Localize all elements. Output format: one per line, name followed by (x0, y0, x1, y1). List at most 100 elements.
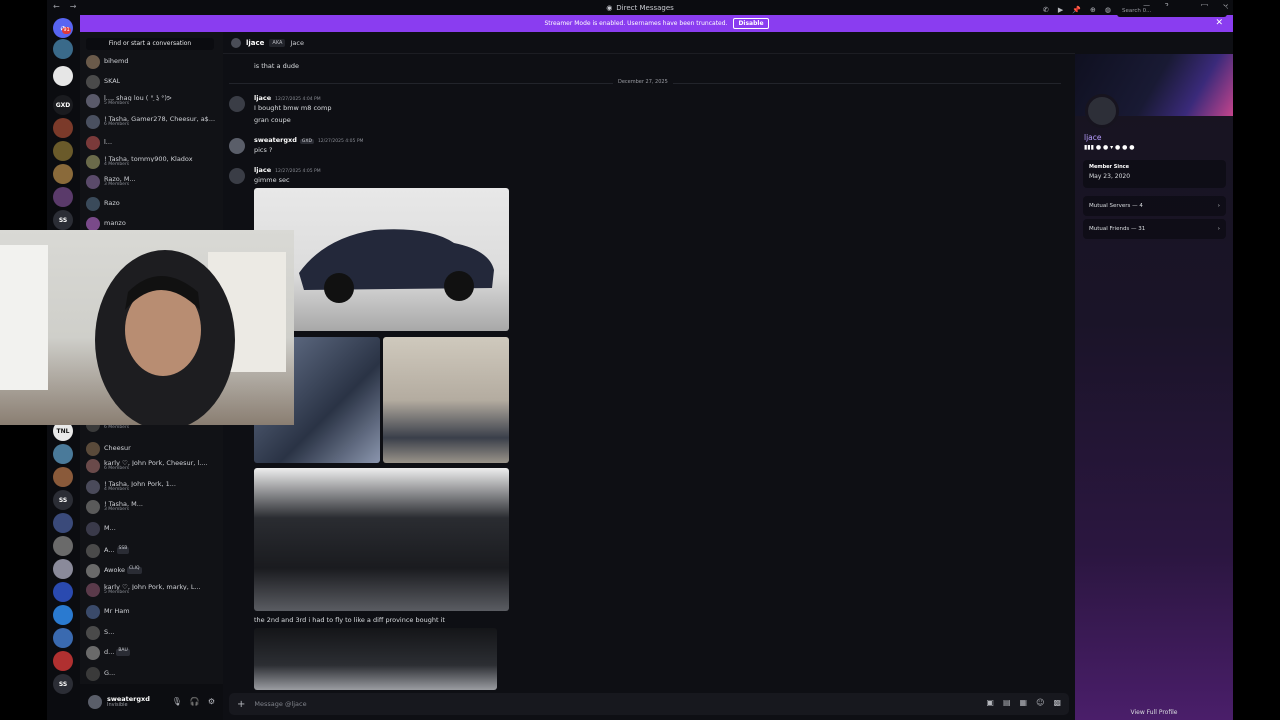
server-ss[interactable]: SS (53, 210, 73, 230)
dm-text: Awoke CLIQ (104, 567, 142, 574)
message-list: is that a dude December 27, 2025 ljace 12… (223, 54, 1075, 690)
dm-avatar (86, 458, 100, 473)
dm-item[interactable]: Razo, M... 3 Members (86, 172, 220, 191)
server-gxd[interactable]: GXD (53, 95, 73, 115)
dm-item[interactable]: ! Tasha, John Pork, 1... 4 Members (86, 477, 220, 496)
message-avatar[interactable] (229, 138, 245, 154)
search-input[interactable]: Search 0... (1117, 6, 1227, 17)
dm-item[interactable]: Awoke CLIQ (86, 561, 220, 580)
dm-text: ! Tasha, M... 3 Members (104, 501, 143, 513)
dm-item[interactable]: ! Tasha, Gamer278, Cheesur, a$... 6 Membe… (86, 112, 220, 131)
dm-text: G... (104, 670, 115, 677)
server-icon[interactable] (53, 164, 73, 184)
dm-item[interactable]: ! Tasha, M... 3 Members (86, 497, 220, 516)
message-author[interactable]: ljace (254, 94, 271, 102)
server-icon[interactable] (53, 582, 73, 602)
user-status: Invisible (107, 702, 128, 709)
pin-icon[interactable]: 📌 (1072, 6, 1081, 14)
dm-item[interactable]: bihemd (86, 52, 220, 71)
upload-plus-icon[interactable]: + (237, 699, 245, 710)
dm-item[interactable]: SKAL (86, 72, 220, 91)
video-call-icon[interactable]: ▶ (1058, 6, 1063, 14)
gif-icon[interactable]: ▤ (1003, 698, 1011, 707)
server-icon[interactable] (53, 66, 73, 86)
dm-member-count: 3 Members (104, 507, 130, 512)
dm-item[interactable]: Mr Ham (86, 602, 220, 621)
server-icon[interactable] (53, 39, 73, 59)
server-icon[interactable] (53, 444, 73, 464)
headphones-icon[interactable]: 🎧 (190, 697, 200, 706)
server-ss[interactable]: SS (53, 674, 73, 694)
dm-name: manzo (104, 220, 126, 227)
dm-item[interactable]: ! Tasha, tommy900, Kladox 4 Members (86, 152, 220, 171)
server-icon[interactable] (53, 467, 73, 487)
add-friends-icon[interactable]: ⊕ (1090, 6, 1096, 14)
mutual-friends-row[interactable]: Mutual Friends — 31 › (1083, 219, 1226, 239)
dm-name: Awoke (104, 567, 126, 574)
car-photo[interactable] (383, 337, 509, 463)
dm-name: A... (104, 547, 115, 554)
settings-gear-icon[interactable]: ⚙ (208, 697, 215, 706)
server-icon[interactable] (53, 559, 73, 579)
car-interior-photo[interactable] (254, 468, 509, 611)
dm-avatar (86, 604, 100, 619)
server-icon[interactable] (53, 628, 73, 648)
dm-text: karly ♡, John Pork, Cheesur, l.... 6 Memb… (104, 460, 207, 472)
dm-item[interactable]: karly ♡, John Pork, Cheesur, l.... 6 Memb… (86, 456, 220, 475)
mutual-servers-row[interactable]: Mutual Servers — 4 › (1083, 196, 1226, 216)
user-avatar[interactable] (88, 695, 102, 709)
dm-text: ! Tasha, John Pork, 1... 4 Members (104, 481, 176, 493)
dm-name: l... (104, 139, 113, 146)
dm-text: S... (104, 629, 114, 636)
profile-avatar[interactable] (1085, 94, 1119, 128)
dm-item[interactable]: karly ♡, John Pork, marky, L... 5 Members (86, 580, 220, 599)
dm-item[interactable]: S... (86, 623, 220, 642)
dm-item[interactable]: A... SSB (86, 541, 220, 560)
dm-item[interactable]: G... (86, 664, 220, 683)
message-input-box[interactable]: + Message @ljace ▣ ▤ ▦ ☺ ▩ (229, 693, 1069, 715)
dm-item[interactable]: Razo (86, 194, 220, 213)
mutual-friends-label: Mutual Friends — 31 (1089, 226, 1146, 232)
dm-text: Razo (104, 200, 120, 207)
emoji-icon[interactable]: ☺ (1036, 698, 1044, 707)
dm-item[interactable]: d... BAU (86, 643, 220, 662)
message-avatar[interactable] (229, 168, 245, 184)
server-icon[interactable] (53, 651, 73, 671)
apps-icon[interactable]: ▩ (1053, 698, 1061, 707)
close-banner-icon[interactable]: ✕ (1215, 18, 1223, 28)
car-photo[interactable] (254, 628, 497, 690)
member-since-card: Member Since May 23, 2020 (1083, 160, 1226, 188)
header-actions: ✆ ▶ 📌 ⊕ ◍ (1043, 6, 1111, 14)
disable-streamer-button[interactable]: Disable (733, 18, 769, 29)
microphone-icon[interactable]: 🎙 (172, 697, 182, 706)
server-ss[interactable]: SS (53, 490, 73, 510)
dm-item[interactable]: l... (86, 133, 220, 152)
find-conversation-button[interactable]: Find or start a conversation (86, 38, 214, 50)
dm-item[interactable]: l..., shag lou ( ͡° ͜ʖ ͡°)ᕗ 5 Members (86, 91, 220, 110)
message-input[interactable]: Message @ljace (254, 700, 306, 708)
server-icon[interactable] (53, 605, 73, 625)
voice-call-icon[interactable]: ✆ (1043, 6, 1049, 14)
dm-text: Cheesur (104, 445, 131, 452)
dm-avatar (86, 54, 100, 69)
sticker-icon[interactable]: ▦ (1020, 698, 1028, 707)
server-icon[interactable] (53, 513, 73, 533)
back-icon[interactable]: ← (53, 2, 60, 11)
server-icon[interactable] (53, 141, 73, 161)
view-full-profile-link[interactable]: View Full Profile (1075, 709, 1233, 716)
message-author[interactable]: ljace (254, 166, 271, 174)
dm-avatar (86, 196, 100, 211)
server-icon[interactable] (53, 118, 73, 138)
server-icon[interactable] (53, 536, 73, 556)
server-tag-badge: SSB (116, 547, 130, 554)
forward-icon[interactable]: → (70, 2, 77, 11)
message-text: I bought bmw m8 comp (254, 104, 332, 112)
message-text: pics ? (254, 146, 273, 154)
message-author[interactable]: sweatergxd (254, 136, 297, 144)
user-profile-icon[interactable]: ◍ (1105, 6, 1111, 14)
message-avatar[interactable] (229, 96, 245, 112)
gift-icon[interactable]: ▣ (986, 698, 994, 707)
server-icon[interactable] (53, 187, 73, 207)
dm-item[interactable]: M... (86, 519, 220, 538)
profile-panel: ljace ▮▮▮ ● ● ▾ ● ● ● Member Since May 2… (1075, 54, 1233, 720)
